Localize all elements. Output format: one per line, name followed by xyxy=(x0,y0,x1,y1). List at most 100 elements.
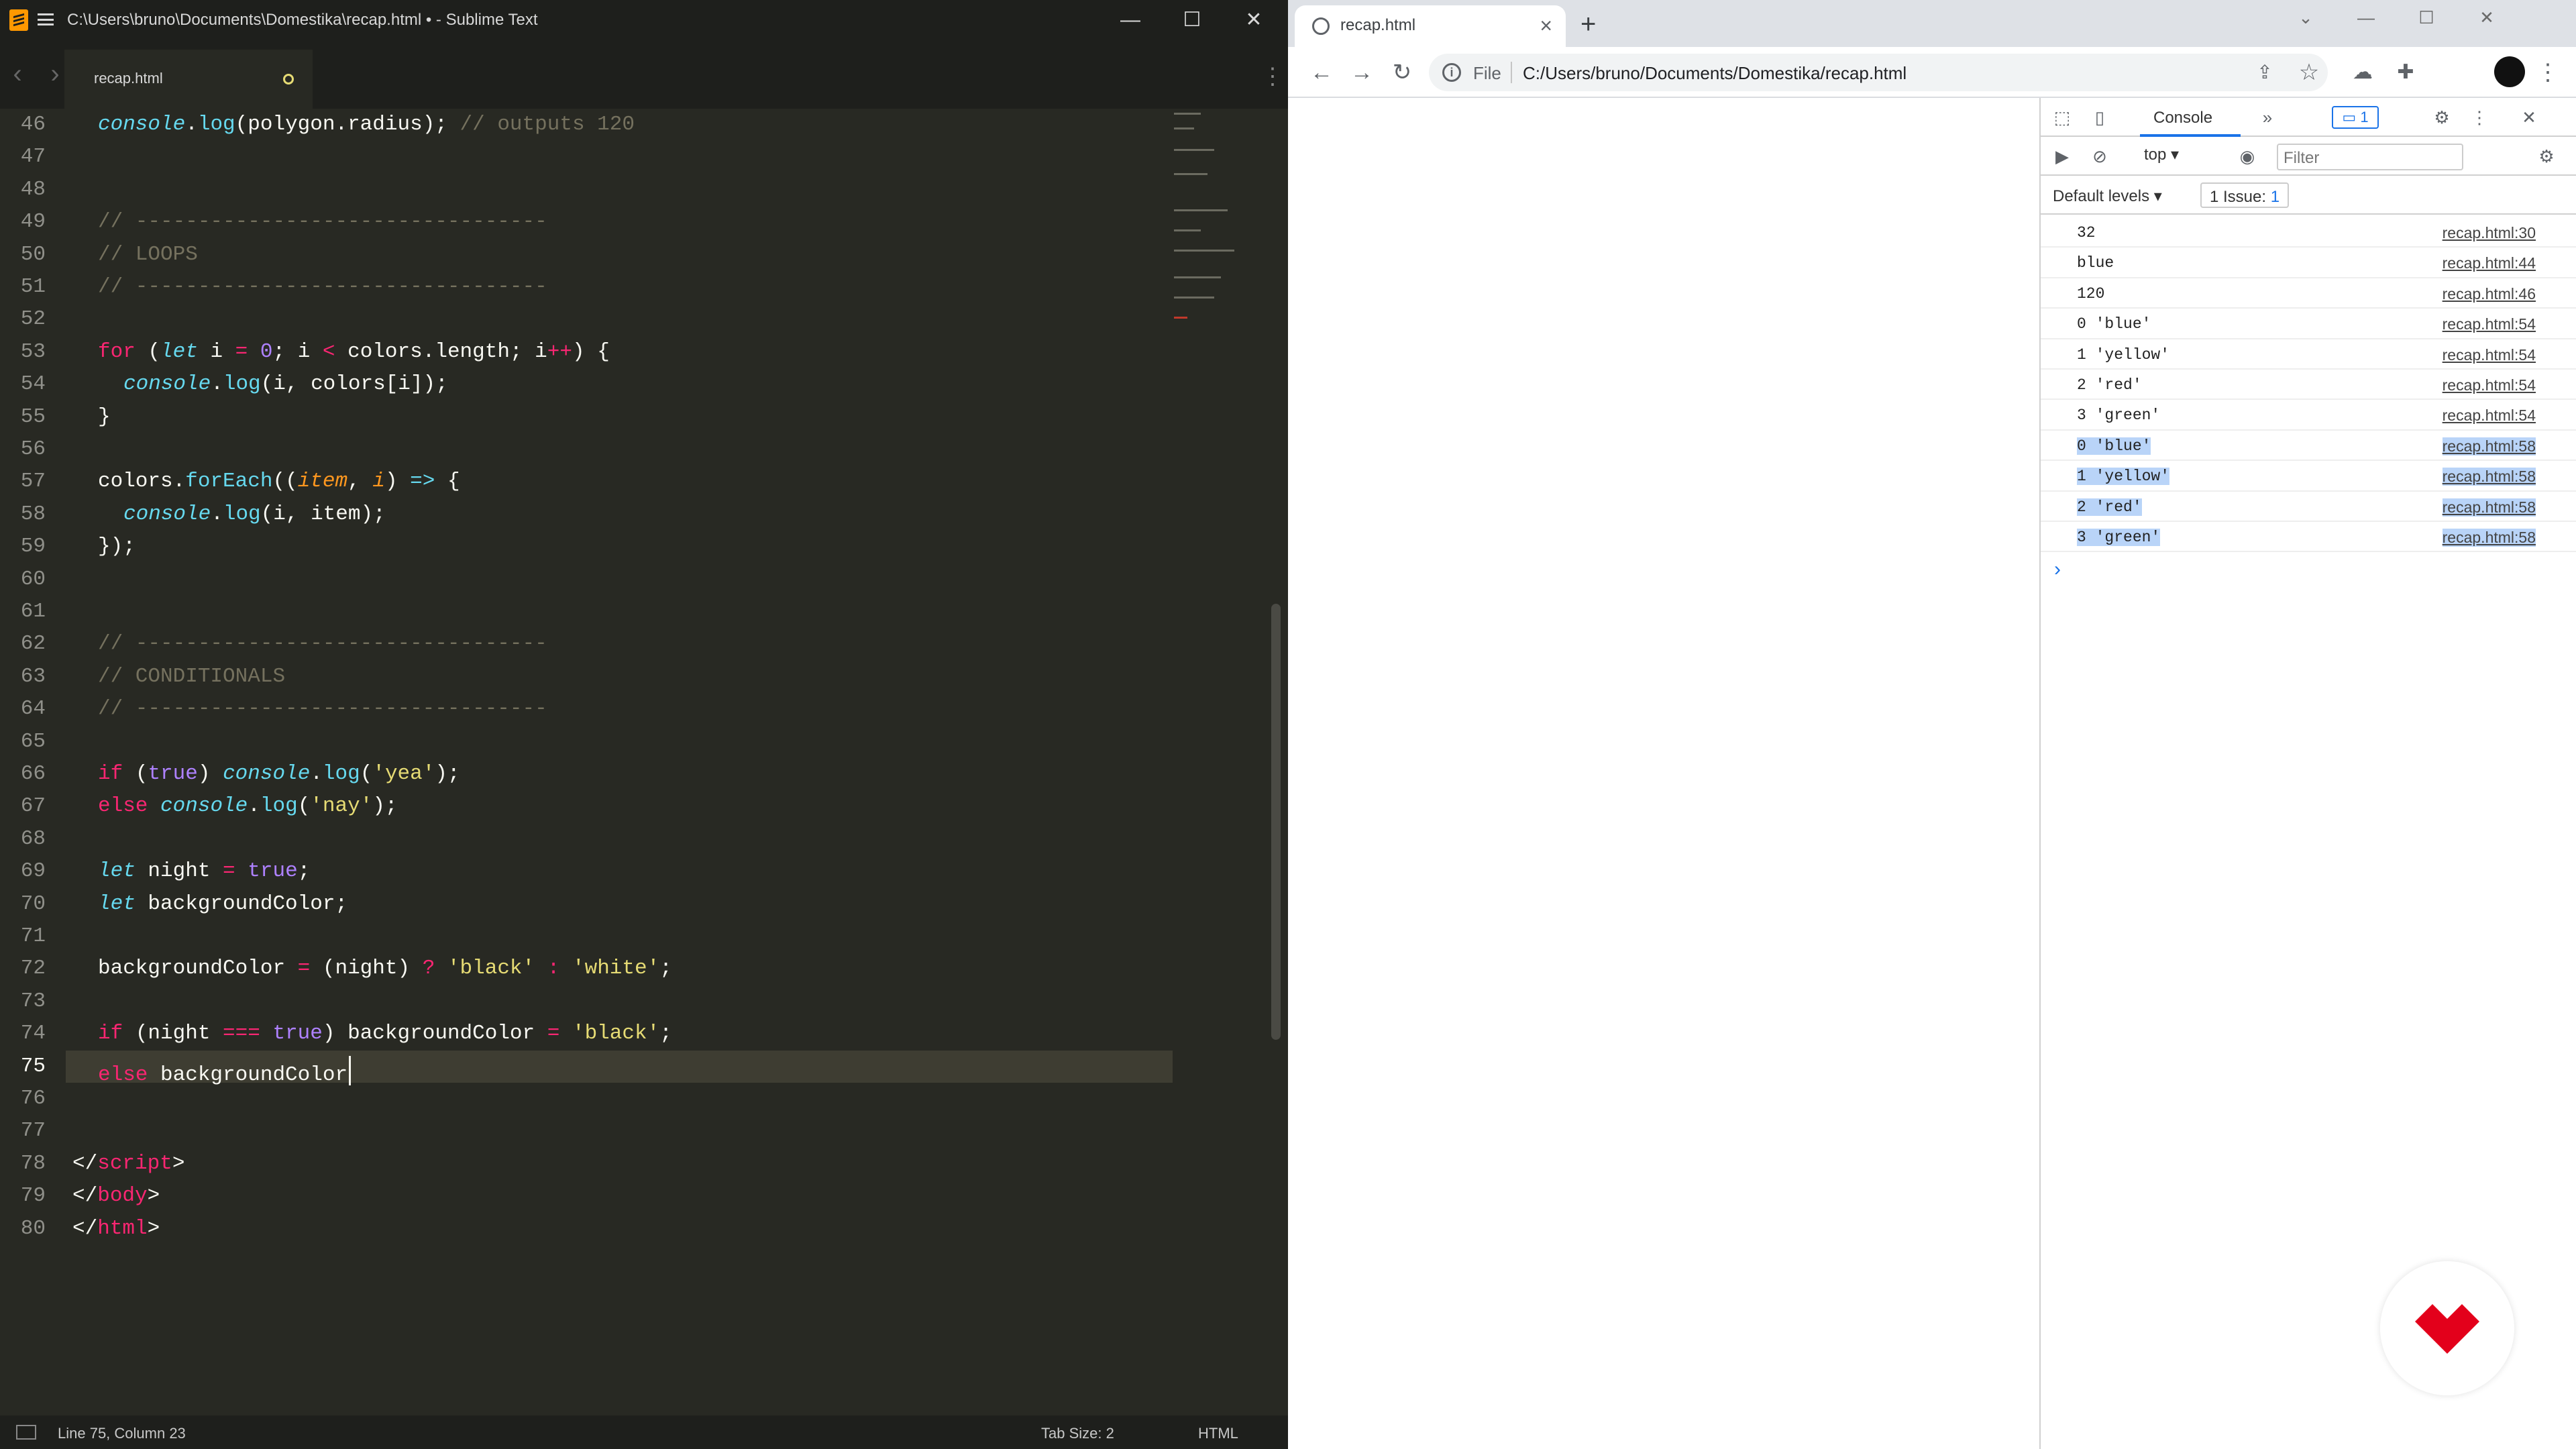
code-line-79: </body> xyxy=(72,1184,160,1208)
log-source-link[interactable]: recap.html:58 xyxy=(2442,437,2536,455)
code-line-49: // --------------------------------- xyxy=(98,210,547,234)
clear-console-icon[interactable]: ⊘ xyxy=(2088,145,2112,168)
line-number: 80 xyxy=(20,1216,46,1240)
console-filter-input[interactable]: Filter xyxy=(2277,144,2463,170)
line-number: 57 xyxy=(20,470,46,494)
hamburger-menu-icon[interactable] xyxy=(38,13,54,25)
cloud-extension-icon[interactable]: ☁ xyxy=(2347,56,2379,89)
context-selector[interactable]: top ▾ xyxy=(2144,145,2179,164)
domestika-logo xyxy=(2380,1261,2514,1395)
log-row[interactable]: 2 'red' recap.html:54 xyxy=(2041,370,2576,400)
bookmark-star-icon[interactable]: ☆ xyxy=(2293,56,2325,89)
log-source-link[interactable]: recap.html:58 xyxy=(2442,498,2536,517)
panel-toggle-icon[interactable] xyxy=(16,1425,36,1440)
log-row-selected[interactable]: 2 'red' recap.html:58 xyxy=(2041,492,2576,522)
tab-console[interactable]: Console xyxy=(2140,98,2241,137)
log-source-link[interactable]: recap.html:58 xyxy=(2442,468,2536,486)
log-source-link[interactable]: recap.html:44 xyxy=(2443,254,2536,272)
back-icon[interactable]: ← xyxy=(1305,56,1338,89)
more-tabs-chevron-icon[interactable]: » xyxy=(2255,106,2279,129)
maximize-icon[interactable]: ☐ xyxy=(1162,5,1222,35)
chrome-window: recap.html × + ⌄ — ☐ ✕ ← → ↻ i File C:/U… xyxy=(1288,0,2576,1449)
log-row[interactable]: 32 recap.html:30 xyxy=(2041,217,2576,248)
devtools-panel: ⬚ ▯ Console » ▭ 1 ⚙ ⋮ ✕ ▶ ⊘ top ▾ ◉ Filt… xyxy=(2039,98,2576,1449)
chevron-left-icon[interactable]: ‹ xyxy=(4,60,31,87)
sidebar-toggle-icon[interactable]: ▶ xyxy=(2050,145,2074,168)
editor-scrollbar[interactable] xyxy=(1271,604,1281,1040)
line-number: 54 xyxy=(20,372,46,396)
log-source-link[interactable]: recap.html:54 xyxy=(2443,407,2536,425)
maximize-icon[interactable]: ☐ xyxy=(2396,4,2457,31)
log-source-link[interactable]: recap.html:46 xyxy=(2443,285,2536,303)
log-source-link[interactable]: recap.html:58 xyxy=(2442,529,2536,547)
issues-button[interactable]: 1 Issue: 1 xyxy=(2200,182,2290,208)
line-number: 62 xyxy=(20,632,46,656)
log-source-link[interactable]: recap.html:54 xyxy=(2443,376,2536,394)
extensions-puzzle-icon[interactable]: ✚ xyxy=(2390,56,2422,89)
line-number: 58 xyxy=(20,502,46,526)
line-number: 47 xyxy=(20,145,46,169)
site-info-icon[interactable]: i xyxy=(1442,63,1461,82)
new-tab-icon[interactable]: + xyxy=(1580,9,1596,40)
line-number: 69 xyxy=(20,859,46,883)
line-number: 61 xyxy=(20,600,46,623)
log-source-link[interactable]: recap.html:54 xyxy=(2443,315,2536,333)
settings-gear-icon[interactable]: ⚙ xyxy=(2430,106,2454,129)
tab-search-chevron-icon[interactable]: ⌄ xyxy=(2275,4,2336,31)
log-row[interactable]: 3 'green' recap.html:54 xyxy=(2041,400,2576,431)
log-levels-dropdown[interactable]: Default levels ▾ xyxy=(2053,186,2162,206)
line-number: 56 xyxy=(20,437,46,461)
live-expression-eye-icon[interactable]: ◉ xyxy=(2235,145,2259,168)
line-number-gutter: 46 47 48 49 50 51 52 53 54 55 56 57 58 59 60 61 62 63 64 65… xyxy=(0,109,66,1415)
log-source-link[interactable]: recap.html:30 xyxy=(2443,224,2536,242)
close-icon[interactable]: ✕ xyxy=(2457,4,2517,31)
log-source-link[interactable]: recap.html:54 xyxy=(2443,346,2536,364)
code-editor[interactable]: console.log(polygon.radius); // outputs … xyxy=(66,109,1173,1415)
log-row[interactable]: 0 'blue' recap.html:54 xyxy=(2041,309,2576,339)
console-prompt-chevron-icon[interactable]: › xyxy=(2054,558,2061,581)
line-number: 72 xyxy=(20,957,46,981)
more-options-icon[interactable]: ⋮ xyxy=(1261,63,1284,90)
file-tab-recap[interactable]: recap.html xyxy=(64,50,313,109)
minimize-icon[interactable]: — xyxy=(2336,4,2396,31)
close-devtools-icon[interactable]: ✕ xyxy=(2517,106,2541,129)
log-row[interactable]: 1 'yellow' recap.html:54 xyxy=(2041,339,2576,370)
share-icon[interactable]: ⇪ xyxy=(2249,56,2281,89)
close-tab-icon[interactable]: × xyxy=(1540,13,1552,38)
reload-icon[interactable]: ↻ xyxy=(1386,56,1418,89)
browser-tab-recap[interactable]: recap.html × xyxy=(1295,5,1566,47)
code-line-54: console.log(i, colors[i]); xyxy=(123,372,448,396)
code-line-46: console.log(polygon.radius); // outputs … xyxy=(98,113,635,136)
device-toolbar-icon[interactable]: ▯ xyxy=(2088,106,2112,129)
log-row[interactable]: blue recap.html:44 xyxy=(2041,248,2576,278)
address-bar[interactable]: i File C:/Users/bruno/Documents/Domestik… xyxy=(1429,54,2328,91)
line-number: 65 xyxy=(20,729,46,753)
issues-badge[interactable]: ▭ 1 xyxy=(2332,106,2379,129)
tab-size-selector[interactable]: Tab Size: 2 xyxy=(1041,1425,1114,1442)
url-text[interactable]: C:/Users/bruno/Documents/Domestika/recap… xyxy=(1523,63,1907,84)
code-line-63: // CONDITIONALS xyxy=(98,664,286,688)
line-number: 53 xyxy=(20,339,46,364)
close-icon[interactable]: ✕ xyxy=(1224,5,1284,35)
inspect-element-icon[interactable]: ⬚ xyxy=(2050,106,2074,129)
syntax-selector[interactable]: HTML xyxy=(1198,1425,1238,1442)
profile-avatar[interactable] xyxy=(2494,56,2525,87)
chrome-menu-icon[interactable]: ⋮ xyxy=(2532,56,2564,89)
minimap[interactable] xyxy=(1167,109,1268,337)
log-row-selected[interactable]: 0 'blue' recap.html:58 xyxy=(2041,431,2576,462)
log-row[interactable]: 120 recap.html:46 xyxy=(2041,278,2576,309)
code-line-55: } xyxy=(98,405,111,429)
forward-icon[interactable]: → xyxy=(1346,56,1378,89)
code-line-78: </script> xyxy=(72,1151,185,1175)
code-line-74: if (night === true) backgroundColor = 'b… xyxy=(98,1022,672,1046)
line-number: 50 xyxy=(20,242,46,266)
line-number: 60 xyxy=(20,567,46,591)
console-settings-gear-icon[interactable]: ⚙ xyxy=(2534,145,2559,168)
minimize-icon[interactable]: — xyxy=(1100,5,1161,35)
code-line-75: else backgroundColor xyxy=(98,1051,352,1091)
log-row-selected[interactable]: 1 'yellow' recap.html:58 xyxy=(2041,461,2576,492)
devtools-menu-icon[interactable]: ⋮ xyxy=(2467,106,2491,129)
unsaved-indicator-icon[interactable] xyxy=(283,74,294,85)
line-number: 46 xyxy=(20,113,46,136)
log-row-selected[interactable]: 3 'green' recap.html:58 xyxy=(2041,522,2576,553)
